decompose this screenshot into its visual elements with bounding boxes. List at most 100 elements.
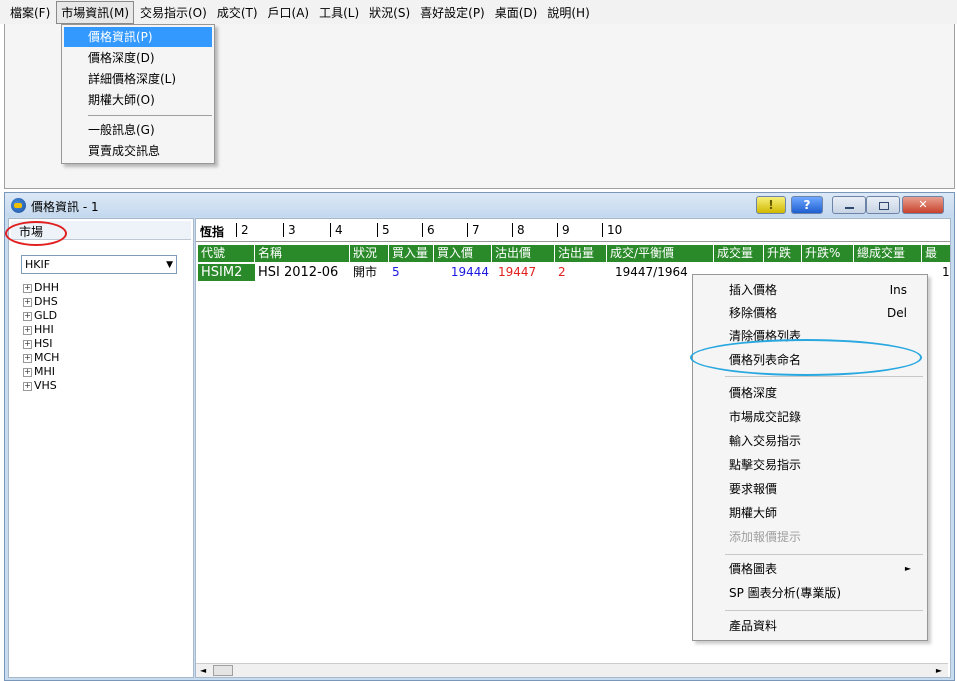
ctx-add-price-alert: 添加報價提示 <box>729 530 802 544</box>
tree-item[interactable]: + HHI <box>23 323 59 337</box>
scroll-thumb[interactable] <box>213 665 233 676</box>
col-header-code[interactable]: 代號 <box>198 245 255 262</box>
menu-item-detail-depth[interactable]: 詳細價格深度(L) <box>64 69 212 89</box>
col-header-extra[interactable]: 最 <box>922 245 950 262</box>
ctx-enter-order[interactable]: 輸入交易指示 <box>695 430 925 452</box>
tab-8[interactable]: 8 <box>512 223 525 237</box>
submenu-arrow-icon: ► <box>904 564 911 573</box>
tab-5[interactable]: 5 <box>377 223 390 237</box>
col-header-bid-qty[interactable]: 買入量 <box>389 245 434 262</box>
cell-status: 開市 <box>353 265 378 279</box>
col-header-total-volume[interactable]: 總成交量 <box>854 245 922 262</box>
ctx-separator <box>725 376 923 377</box>
tree-item[interactable]: + DHH <box>23 281 59 295</box>
close-button[interactable] <box>902 196 944 214</box>
window-title: 價格資訊 - 1 <box>31 200 99 214</box>
menu-separator <box>88 115 212 116</box>
tree-item[interactable]: + DHS <box>23 295 59 309</box>
tab-6[interactable]: 6 <box>422 223 435 237</box>
maximize-button[interactable] <box>866 196 900 214</box>
tab-2[interactable]: 2 <box>236 223 249 237</box>
menu-status[interactable]: 狀況(S) <box>365 2 414 23</box>
help-button[interactable]: ? <box>791 196 823 214</box>
col-header-change-pct[interactable]: 升跌% <box>802 245 854 262</box>
ctx-remove-price[interactable]: 移除價格 Del <box>695 302 925 324</box>
menu-item-price-depth[interactable]: 價格深度(D) <box>64 48 212 68</box>
menu-preferences[interactable]: 喜好設定(P) <box>416 2 489 23</box>
cell-ask: 19447 <box>498 265 537 279</box>
scroll-right-icon[interactable]: ► <box>936 664 942 677</box>
ctx-price-chart[interactable]: 價格圖表 ► <box>695 558 925 580</box>
ctx-click-order[interactable]: 點擊交易指示 <box>695 454 925 476</box>
menu-item-option-master[interactable]: 期權大師(O) <box>64 90 212 110</box>
col-header-bid[interactable]: 買入價 <box>434 245 492 262</box>
cell-overflow: 1 <box>942 265 950 279</box>
ctx-market-trades[interactable]: 市場成交記錄 <box>695 406 925 428</box>
alert-button[interactable]: ! <box>756 196 786 214</box>
menu-help[interactable]: 說明(H) <box>543 2 593 23</box>
ctx-request-quote[interactable]: 要求報價 <box>695 478 925 500</box>
expand-icon[interactable]: + <box>23 297 32 307</box>
scroll-left-icon[interactable]: ◄ <box>200 664 206 677</box>
col-header-last[interactable]: 成交/平衡價 <box>607 245 714 262</box>
expand-icon[interactable]: + <box>23 325 32 335</box>
tab-3[interactable]: 3 <box>283 223 296 237</box>
col-header-name[interactable]: 名稱 <box>255 245 350 262</box>
tab-10[interactable]: 10 <box>602 223 622 237</box>
expand-icon[interactable]: + <box>23 367 32 377</box>
tree-item[interactable]: + MHI <box>23 365 59 379</box>
menu-desktop[interactable]: 桌面(D) <box>491 2 542 23</box>
tree-item[interactable]: + VHS <box>23 379 59 393</box>
ctx-option-master[interactable]: 期權大師 <box>695 502 925 524</box>
ctx-price-depth[interactable]: 價格深度 <box>695 382 925 404</box>
grid-header: 代號 名稱 狀況 買入量 買入價 沽出價 沽出量 成交/平衡價 成交量 升跌 升… <box>196 245 950 263</box>
cell-bid-qty: 5 <box>392 265 400 279</box>
expand-icon[interactable]: + <box>23 381 32 391</box>
tree-item[interactable]: + MCH <box>23 351 59 365</box>
horizontal-scrollbar[interactable]: ◄ ► <box>196 663 948 677</box>
ctx-separator <box>725 610 923 611</box>
tab-1[interactable]: 恆指 <box>200 223 224 240</box>
context-menu: 插入價格 Ins 移除價格 Del 清除價格列表 價格列表命名 價格深度 市場成交記… <box>692 274 928 641</box>
window-titlebar[interactable]: 價格資訊 - 1 ! ? <box>5 193 954 217</box>
tab-7[interactable]: 7 <box>467 223 480 237</box>
menu-trade-order[interactable]: 交易指示(O) <box>136 2 211 23</box>
blue-annotation-ellipse <box>690 339 922 376</box>
chevron-down-icon[interactable]: ▼ <box>166 257 173 274</box>
menu-bar: 檔案(F) 市場資訊(M) 交易指示(O) 成交(T) 戶口(A) 工具(L) … <box>0 0 957 24</box>
cell-name: HSI 2012-06 <box>258 265 339 280</box>
menu-trades[interactable]: 成交(T) <box>213 2 262 23</box>
price-list-tabs: 恆指 2 3 4 5 6 7 8 9 10 <box>196 219 950 242</box>
menu-item-general-msg[interactable]: 一般訊息(G) <box>64 120 212 140</box>
col-header-ask[interactable]: 沽出價 <box>492 245 555 262</box>
ctx-separator <box>725 554 923 555</box>
ctx-product-info[interactable]: 產品資料 <box>695 615 925 637</box>
product-tree: + DHH + DHS + GLD + HHI + HSI + MCH + MHI + VHS <box>23 281 59 393</box>
market-select-value: HKIF <box>25 258 51 271</box>
col-header-volume[interactable]: 成交量 <box>714 245 764 262</box>
expand-icon[interactable]: + <box>23 353 32 363</box>
expand-icon[interactable]: + <box>23 311 32 321</box>
tab-4[interactable]: 4 <box>330 223 343 237</box>
tree-item[interactable]: + GLD <box>23 309 59 323</box>
col-header-ask-qty[interactable]: 沽出量 <box>555 245 607 262</box>
menu-account[interactable]: 戶口(A) <box>264 2 314 23</box>
ctx-sp-chart-analysis[interactable]: SP 圖表分析(專業版) <box>695 582 925 604</box>
col-header-status[interactable]: 狀況 <box>350 245 389 262</box>
cell-ask-qty: 2 <box>558 265 566 279</box>
market-info-dropdown: 價格資訊(P) 價格深度(D) 詳細價格深度(L) 期權大師(O) 一般訊息(G… <box>61 24 215 164</box>
expand-icon[interactable]: + <box>23 339 32 349</box>
menu-market-info[interactable]: 市場資訊(M) <box>56 0 134 24</box>
expand-icon[interactable]: + <box>23 283 32 293</box>
market-panel: 市場 HKIF ▼ + DHH + DHS + GLD + HHI + HSI + MCH … <box>5 218 194 678</box>
menu-tools[interactable]: 工具(L) <box>315 2 363 23</box>
menu-file[interactable]: 檔案(F) <box>6 2 54 23</box>
col-header-change[interactable]: 升跌 <box>764 245 802 262</box>
minimize-button[interactable] <box>832 196 866 214</box>
tab-9[interactable]: 9 <box>557 223 570 237</box>
menu-item-price-info[interactable]: 價格資訊(P) <box>64 27 212 47</box>
market-select[interactable]: HKIF ▼ <box>21 255 177 274</box>
menu-item-trade-msg[interactable]: 買賣成交訊息 <box>64 141 212 161</box>
ctx-insert-price[interactable]: 插入價格 Ins <box>695 279 925 301</box>
tree-item[interactable]: + HSI <box>23 337 59 351</box>
